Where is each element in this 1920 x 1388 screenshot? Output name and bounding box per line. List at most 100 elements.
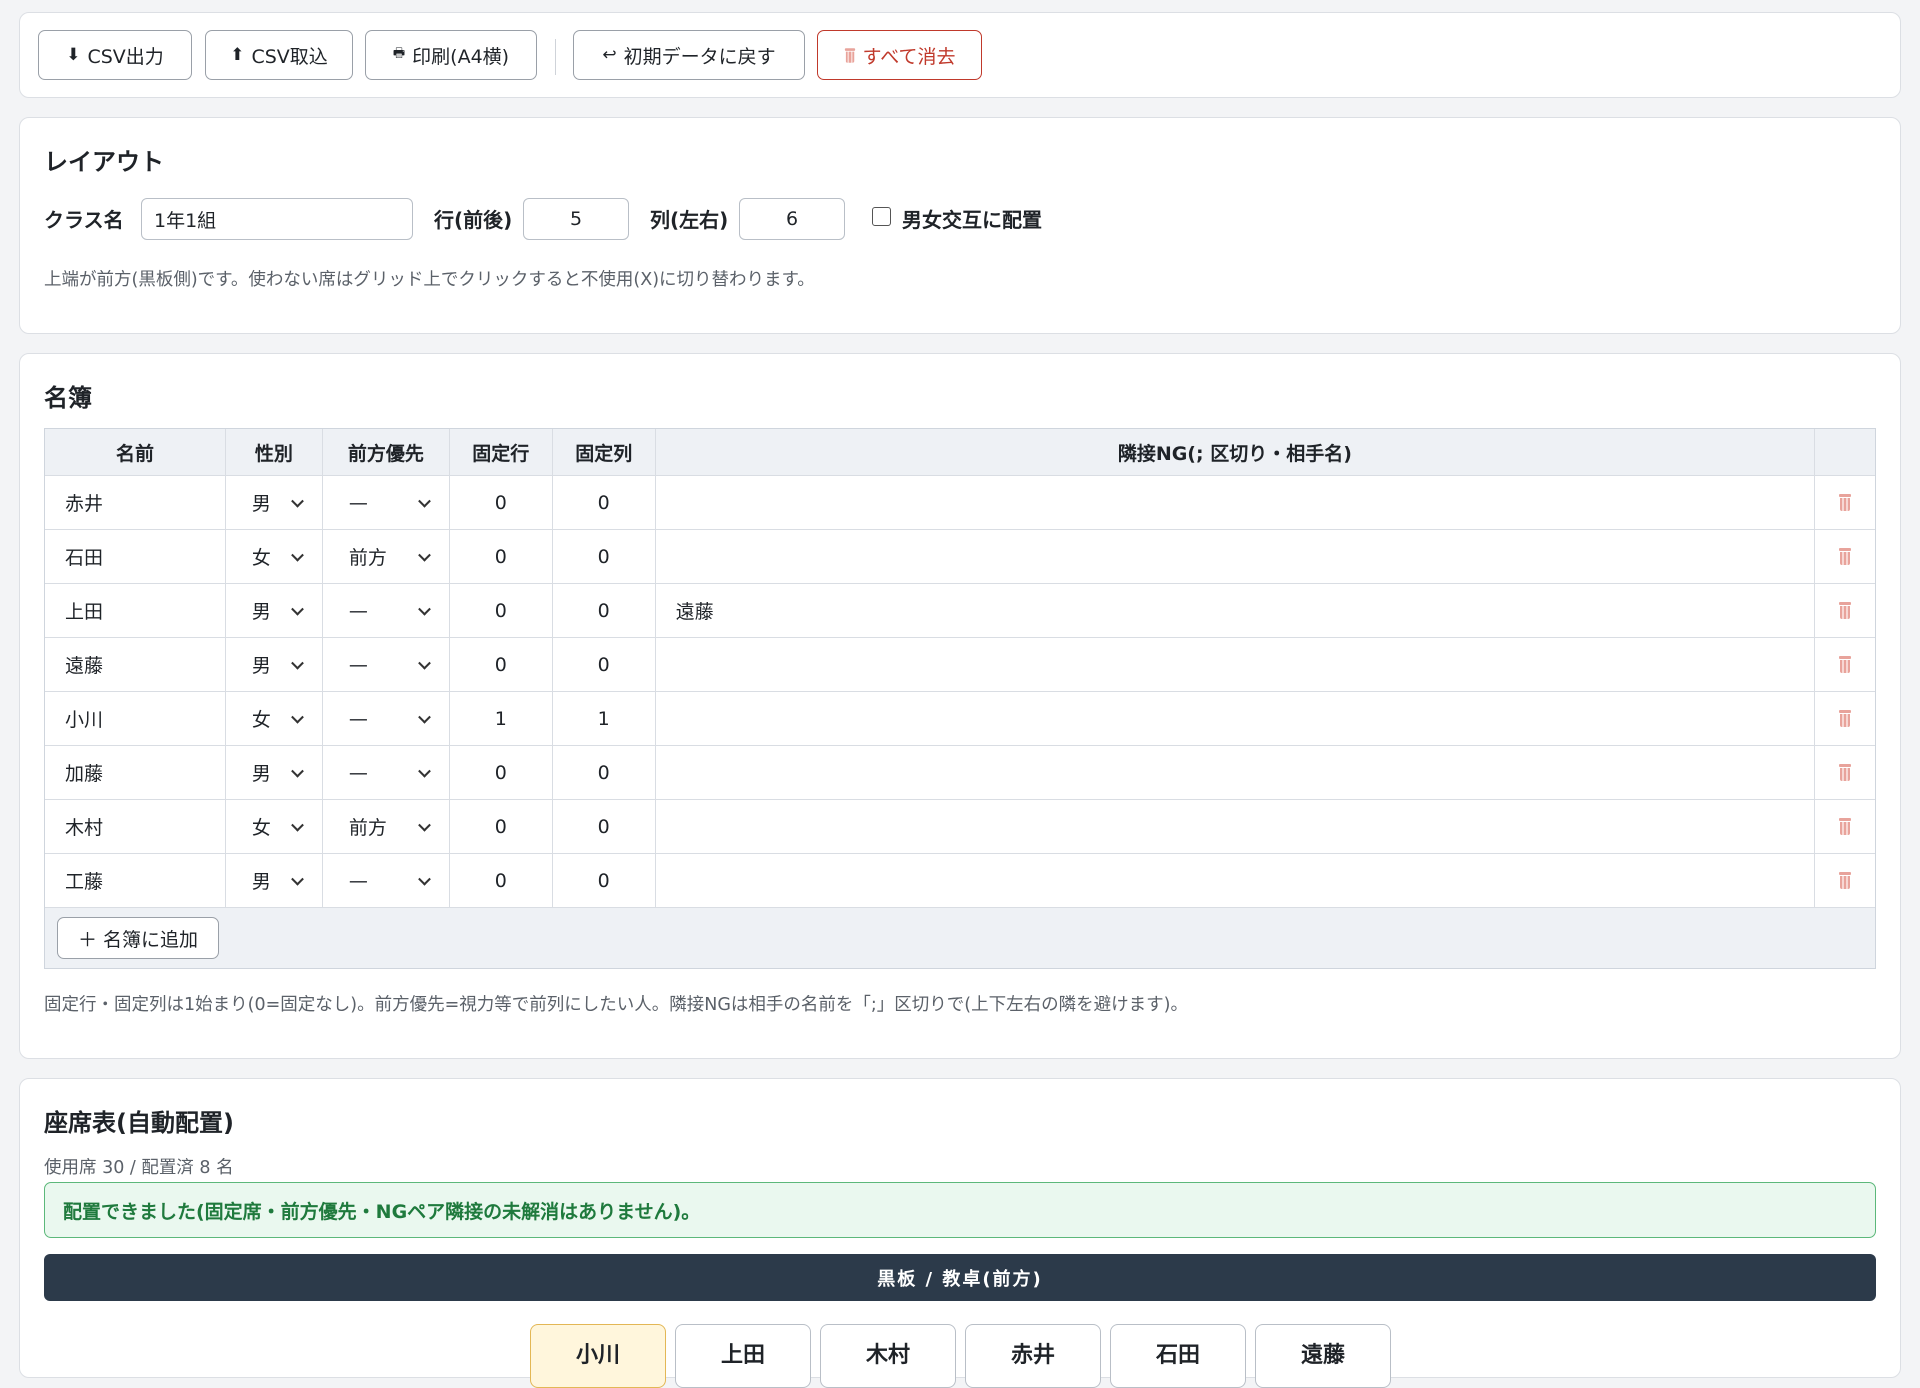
sex-select[interactable]: 男: [226, 476, 323, 529]
adjacent-ng-input[interactable]: [656, 530, 1816, 583]
seat[interactable]: 石田: [1110, 1324, 1246, 1388]
front-priority-select[interactable]: —: [323, 854, 450, 907]
cols-input[interactable]: 6: [739, 198, 845, 240]
adjacent-ng-input[interactable]: [656, 746, 1816, 799]
reset-data-button[interactable]: ↩ 初期データに戻す: [573, 30, 805, 80]
fixed-row-input[interactable]: 0: [450, 800, 553, 853]
sex-select[interactable]: 女: [226, 530, 323, 583]
front-priority-select[interactable]: —: [323, 476, 450, 529]
front-priority-select[interactable]: 前方: [323, 530, 450, 583]
name-input[interactable]: 加藤: [45, 746, 226, 799]
fixed-col-input[interactable]: 0: [553, 584, 656, 637]
name-input[interactable]: 上田: [45, 584, 226, 637]
print-button[interactable]: 🖶 印刷(A4横): [365, 30, 537, 80]
sex-value: 男: [251, 655, 271, 677]
delete-row-button[interactable]: [1815, 476, 1875, 529]
delete-row-button[interactable]: [1815, 800, 1875, 853]
fixed-row-input[interactable]: 0: [450, 476, 553, 529]
trash-icon: [1839, 494, 1851, 511]
seat[interactable]: 赤井: [965, 1324, 1101, 1388]
chevron-down-icon: [417, 872, 431, 886]
fixed-row-input[interactable]: 0: [450, 638, 553, 691]
adjacent-ng-input[interactable]: [656, 800, 1816, 853]
sex-select[interactable]: 男: [226, 638, 323, 691]
fixed-col-input[interactable]: 0: [553, 746, 656, 799]
chevron-down-icon: [290, 710, 304, 724]
alternate-gender-label[interactable]: 男女交互に配置: [902, 204, 1042, 233]
delete-row-button[interactable]: [1815, 746, 1875, 799]
fixed-row-input[interactable]: 0: [450, 530, 553, 583]
front-priority-select[interactable]: —: [323, 692, 450, 745]
seat[interactable]: 上田: [675, 1324, 811, 1388]
fixed-col-input[interactable]: 0: [553, 638, 656, 691]
sex-select[interactable]: 男: [226, 584, 323, 637]
fixed-col-input[interactable]: 0: [553, 854, 656, 907]
chevron-down-icon: [290, 818, 304, 832]
delete-row-button[interactable]: [1815, 854, 1875, 907]
chevron-down-icon: [290, 764, 304, 778]
fixed-col-input[interactable]: 0: [553, 530, 656, 583]
front-priority-select[interactable]: —: [323, 638, 450, 691]
trash-icon: [1839, 602, 1851, 619]
seat[interactable]: 小川: [530, 1324, 666, 1388]
adjacent-ng-input[interactable]: [656, 854, 1816, 907]
front-priority-select[interactable]: —: [323, 746, 450, 799]
fixed-col-input[interactable]: 0: [553, 800, 656, 853]
fixed-row-input[interactable]: 1: [450, 692, 553, 745]
adjacent-ng-input[interactable]: [656, 638, 1816, 691]
sex-select[interactable]: 男: [226, 854, 323, 907]
layout-hint: 上端が前方(黒板側)です。使わない席はグリッド上でクリックすると不使用(X)に切…: [44, 270, 815, 290]
delete-row-button[interactable]: [1815, 692, 1875, 745]
sex-select[interactable]: 男: [226, 746, 323, 799]
front-priority-value: —: [348, 761, 368, 784]
adjacent-ng-input[interactable]: [656, 692, 1816, 745]
delete-row-button[interactable]: [1815, 638, 1875, 691]
chevron-down-icon: [417, 710, 431, 724]
chevron-down-icon: [290, 494, 304, 508]
delete-row-button[interactable]: [1815, 530, 1875, 583]
sex-value: 男: [251, 763, 271, 785]
name-input[interactable]: 赤井: [45, 476, 226, 529]
sex-select[interactable]: 女: [226, 800, 323, 853]
rows-input[interactable]: 5: [523, 198, 629, 240]
csv-export-button[interactable]: ⬇ CSV出力: [38, 30, 192, 80]
trash-icon: [1839, 548, 1851, 565]
sex-select[interactable]: 女: [226, 692, 323, 745]
fixed-row-input[interactable]: 0: [450, 584, 553, 637]
seat[interactable]: 木村: [820, 1324, 956, 1388]
seating-card: 座席表(自動配置) 使用席 30 / 配置済 8 名 配置できました(固定席・前…: [19, 1078, 1901, 1388]
table-row: 木村 女 前方 0 0: [45, 800, 1875, 854]
fixed-row-input[interactable]: 0: [450, 854, 553, 907]
clear-all-button[interactable]: すべて消去: [817, 30, 982, 80]
adjacent-ng-input[interactable]: 遠藤: [656, 584, 1816, 637]
name-input[interactable]: 石田: [45, 530, 226, 583]
front-priority-select[interactable]: —: [323, 584, 450, 637]
fixed-col-input[interactable]: 0: [553, 476, 656, 529]
csv-import-button[interactable]: ⬆ CSV取込: [205, 30, 353, 80]
fixed-row-input[interactable]: 0: [450, 746, 553, 799]
table-header: 名前 性別 前方優先 固定行 固定列 隣接NG(; 区切り・相手名): [45, 429, 1875, 476]
name-input[interactable]: 木村: [45, 800, 226, 853]
front-priority-value: —: [348, 599, 368, 622]
plus-icon: ＋: [77, 928, 97, 951]
trash-icon: [1839, 764, 1851, 781]
alternate-gender-checkbox[interactable]: [872, 207, 891, 226]
name-input[interactable]: 工藤: [45, 854, 226, 907]
seat[interactable]: 遠藤: [1255, 1324, 1391, 1388]
cols-label: 列(左右): [650, 208, 729, 232]
layout-title: レイアウト: [44, 148, 164, 176]
name-input[interactable]: 遠藤: [45, 638, 226, 691]
add-to-roster-button[interactable]: ＋ 名簿に追加: [57, 917, 219, 959]
fixed-col-input[interactable]: 1: [553, 692, 656, 745]
delete-row-button[interactable]: [1815, 584, 1875, 637]
sex-value: 男: [251, 601, 271, 623]
roster-title: 名簿: [44, 384, 92, 412]
trash-icon: [1839, 710, 1851, 727]
adjacent-ng-input[interactable]: [656, 476, 1816, 529]
front-priority-value: —: [348, 707, 368, 730]
name-input[interactable]: 小川: [45, 692, 226, 745]
sex-value: 女: [251, 547, 271, 569]
status-message: 配置できました(固定席・前方優先・NGペア隣接の未解消はありません)。: [44, 1182, 1876, 1238]
front-priority-select[interactable]: 前方: [323, 800, 450, 853]
class-name-input[interactable]: 1年1組: [141, 198, 413, 240]
